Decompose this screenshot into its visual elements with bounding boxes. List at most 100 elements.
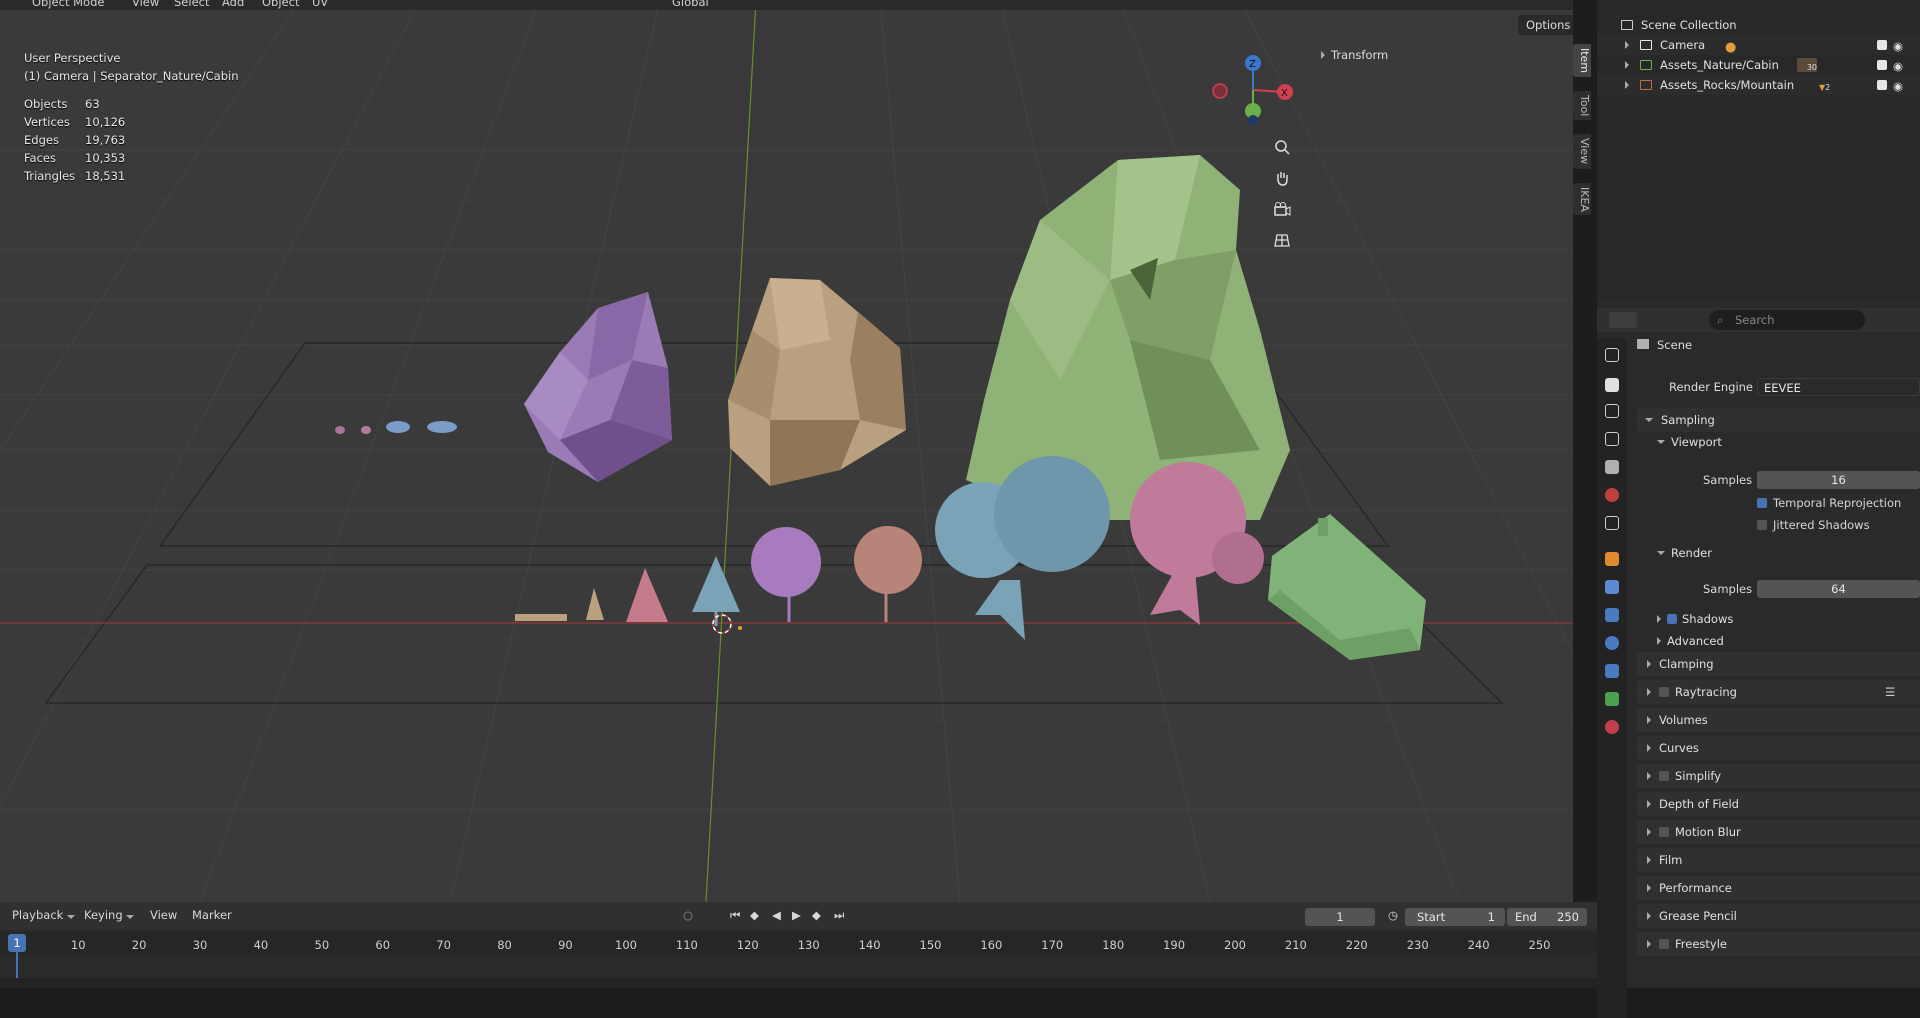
end-frame-field[interactable]: End 250 xyxy=(1507,908,1587,926)
material-tab-icon[interactable] xyxy=(1605,720,1619,734)
panel-sampling[interactable]: Sampling xyxy=(1637,408,1920,432)
scene-icon xyxy=(1637,339,1649,349)
menu-keying[interactable]: Keying xyxy=(84,908,135,922)
eye-icon[interactable]: ◉ xyxy=(1893,36,1903,56)
options-dropdown[interactable]: Options xyxy=(1518,15,1573,35)
world-tab-icon[interactable] xyxy=(1605,488,1619,502)
collection-icon xyxy=(1640,60,1652,70)
panel-clamping[interactable]: Clamping xyxy=(1637,652,1920,676)
physics-tab-icon[interactable] xyxy=(1605,636,1619,650)
play-icon[interactable]: ▶ xyxy=(792,908,801,922)
context-label: (1) Camera | Separator_Nature/Cabin xyxy=(24,69,239,83)
playhead-line xyxy=(16,952,18,980)
orientation-selector[interactable]: Global xyxy=(672,0,709,9)
panel-performance[interactable]: Performance xyxy=(1637,876,1920,900)
tab-view[interactable]: View xyxy=(1573,134,1591,169)
tab-tool[interactable]: Tool xyxy=(1573,91,1591,121)
outliner-root[interactable]: Scene Collection xyxy=(1597,15,1920,35)
menu-marker[interactable]: Marker xyxy=(192,908,232,922)
panel-curves[interactable]: Curves xyxy=(1637,736,1920,760)
subpanel-shadows[interactable]: Shadows xyxy=(1657,608,1920,630)
record-icon[interactable]: ○ xyxy=(683,908,693,922)
panel-depth-of-field[interactable]: Depth of Field xyxy=(1637,792,1920,816)
menu-view[interactable]: View xyxy=(132,0,159,9)
jump-end-icon[interactable]: ⏭ xyxy=(834,908,844,923)
play-reverse-icon[interactable]: ◀ xyxy=(772,908,781,922)
expand-arrow-icon[interactable] xyxy=(1625,75,1629,95)
object-tab-icon[interactable] xyxy=(1605,552,1619,566)
clock-icon[interactable]: ◷ xyxy=(1388,908,1398,922)
camera-view-icon[interactable] xyxy=(1270,197,1294,221)
menu-uv[interactable]: UV xyxy=(312,0,328,9)
panel-motion-blur[interactable]: Motion Blur xyxy=(1637,820,1920,844)
subpanel-advanced[interactable]: Advanced xyxy=(1657,630,1920,652)
render-engine-label: Render Engine xyxy=(1669,380,1754,394)
3d-viewport[interactable]: Object Mode View Select Add Object UV Gl… xyxy=(0,0,1573,902)
temporal-reprojection-checkbox[interactable]: Temporal Reprojection xyxy=(1757,496,1901,510)
pan-hand-icon[interactable] xyxy=(1270,166,1294,190)
list-icon: ☰ xyxy=(1885,685,1896,699)
stat-edges: Edges 19,763 xyxy=(24,133,126,147)
zoom-icon[interactable] xyxy=(1270,135,1294,159)
menu-playback[interactable]: Playback xyxy=(12,908,75,922)
outliner-item-camera[interactable]: Camera ● ◉ xyxy=(1597,35,1920,55)
start-frame-field[interactable]: Start 1 xyxy=(1405,908,1505,926)
panel-volumes[interactable]: Volumes xyxy=(1637,708,1920,732)
camera-data-icon: ● xyxy=(1725,40,1737,55)
frame-tick: 110 xyxy=(675,938,698,952)
frame-tick: 240 xyxy=(1467,938,1490,952)
exclude-checkbox[interactable] xyxy=(1877,40,1887,50)
next-keyframe-icon[interactable]: ◆ xyxy=(812,908,821,922)
prev-keyframe-icon[interactable]: ◆ xyxy=(750,908,759,922)
menu-timeline-view[interactable]: View xyxy=(150,908,177,922)
playhead[interactable]: 1 xyxy=(8,934,26,952)
eye-icon[interactable]: ◉ xyxy=(1893,56,1903,76)
viewport-samples-field[interactable]: 16 xyxy=(1757,471,1920,489)
expand-arrow-icon[interactable] xyxy=(1625,35,1629,55)
expand-arrow-icon[interactable] xyxy=(1625,55,1629,75)
mode-selector[interactable]: Object Mode xyxy=(32,0,104,9)
transform-panel-header[interactable]: Transform xyxy=(1321,48,1388,62)
render-samples-field[interactable]: 64 xyxy=(1757,580,1920,598)
render-tab-icon[interactable] xyxy=(1605,378,1619,392)
navigation-gizmo[interactable]: Z X xyxy=(1205,50,1305,130)
outliner-item-rocks[interactable]: Assets_Rocks/Mountain ▼2 ◉ xyxy=(1597,75,1920,95)
eye-icon[interactable]: ◉ xyxy=(1893,76,1903,96)
menu-select[interactable]: Select xyxy=(174,0,209,9)
panel-film[interactable]: Film xyxy=(1637,848,1920,872)
constraints-tab-icon[interactable] xyxy=(1605,664,1619,678)
outliner-item-nature[interactable]: Assets_Nature/Cabin 30 ◉ xyxy=(1597,55,1920,75)
search-icon: ⌕ xyxy=(1717,313,1724,327)
data-tab-icon[interactable] xyxy=(1605,692,1619,706)
outliner[interactable]: Scene Collection Camera ● ◉ Assets_Natur… xyxy=(1597,0,1920,300)
menu-add[interactable]: Add xyxy=(222,0,244,9)
collection-tab-icon[interactable] xyxy=(1605,516,1619,530)
current-frame-field[interactable]: 1 xyxy=(1305,908,1375,926)
tab-ikea[interactable]: IKEA xyxy=(1573,182,1591,216)
panel-simplify[interactable]: Simplify xyxy=(1637,764,1920,788)
tab-item[interactable]: Item xyxy=(1573,44,1591,78)
exclude-checkbox[interactable] xyxy=(1877,80,1887,90)
panel-grease-pencil[interactable]: Grease Pencil xyxy=(1637,904,1920,928)
frame-tick: 130 xyxy=(797,938,820,952)
particles-tab-icon[interactable] xyxy=(1605,608,1619,622)
grid-perspective-icon[interactable] xyxy=(1270,228,1294,252)
output-tab-icon[interactable] xyxy=(1605,404,1619,418)
menu-object[interactable]: Object xyxy=(262,0,299,9)
subpanel-viewport[interactable]: Viewport xyxy=(1657,431,1920,453)
subpanel-render[interactable]: Render xyxy=(1657,542,1920,564)
jump-start-icon[interactable]: ⏮ xyxy=(730,908,740,923)
properties-editor[interactable]: ⌕ Search Scene Render Engine EEVEE Sampli… xyxy=(1597,308,1920,1018)
panel-freestyle[interactable]: Freestyle xyxy=(1637,932,1920,956)
timeline-editor[interactable]: Playback Keying View Marker ○ ⏮ ◆ ◀ ▶ ◆ … xyxy=(0,902,1597,988)
jittered-shadows-checkbox[interactable]: Jittered Shadows xyxy=(1757,518,1870,532)
view-layer-tab-icon[interactable] xyxy=(1605,432,1619,446)
tool-tab-icon[interactable] xyxy=(1605,348,1619,362)
editor-type-icon[interactable] xyxy=(1609,312,1637,328)
exclude-checkbox[interactable] xyxy=(1877,60,1887,70)
modifier-tab-icon[interactable] xyxy=(1605,580,1619,594)
render-engine-select[interactable]: EEVEE xyxy=(1757,378,1920,396)
properties-search[interactable]: ⌕ Search xyxy=(1709,310,1865,330)
panel-raytracing[interactable]: Raytracing ☰ xyxy=(1637,680,1920,704)
scene-tab-icon[interactable] xyxy=(1605,460,1619,474)
